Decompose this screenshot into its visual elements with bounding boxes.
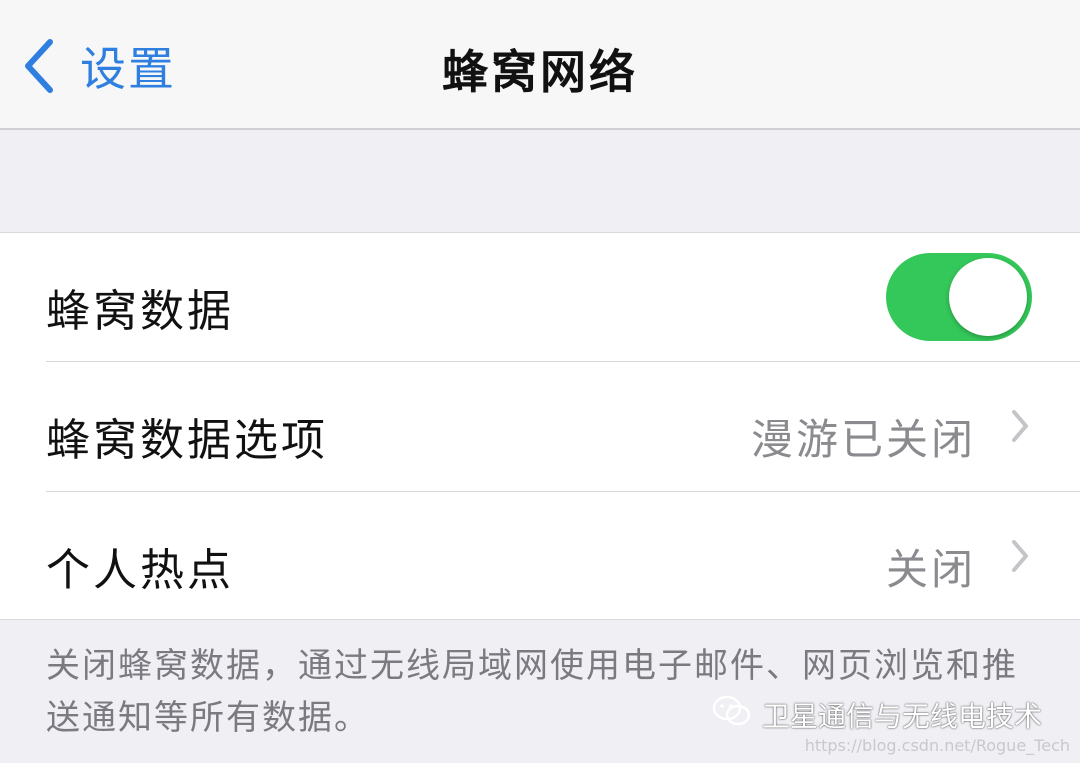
personal-hotspot-row[interactable]: 个人热点 关闭: [0, 492, 1080, 620]
watermark: 卫星通信与无线电技术: [712, 694, 1042, 735]
chevron-right-icon: [1010, 408, 1030, 448]
toggle-knob: [949, 258, 1027, 336]
watermark-text: 卫星通信与无线电技术: [761, 699, 1042, 733]
page-title: 蜂窝网络: [442, 45, 638, 99]
cellular-data-options-label: 蜂窝数据选项: [46, 415, 328, 466]
personal-hotspot-label: 个人热点: [46, 545, 234, 596]
cellular-data-row: 蜂窝数据: [0, 233, 1080, 361]
cellular-data-options-row[interactable]: 蜂窝数据选项 漫游已关闭: [0, 362, 1080, 490]
settings-group: 蜂窝数据 蜂窝数据选项 漫游已关闭 个人热点 关闭: [0, 232, 1080, 620]
cellular-data-label: 蜂窝数据: [46, 286, 234, 337]
nav-bar: 设置 蜂窝网络: [0, 0, 1080, 130]
roaming-status-value: 漫游已关闭: [750, 415, 976, 464]
chevron-right-icon: [1010, 538, 1030, 578]
hotspot-status-value: 关闭: [885, 545, 976, 594]
cellular-data-toggle[interactable]: [886, 253, 1032, 341]
watermark-url: https://blog.csdn.net/Rogue_Tech: [804, 736, 1070, 755]
wechat-icon: [712, 694, 762, 735]
